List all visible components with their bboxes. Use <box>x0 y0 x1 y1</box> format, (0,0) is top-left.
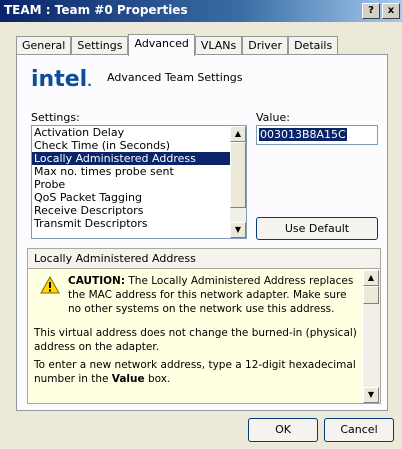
list-item[interactable]: Check Time (in Seconds) <box>32 139 230 152</box>
value-input[interactable]: 003013B8A15C <box>256 125 378 145</box>
scroll-down-icon[interactable]: ▼ <box>230 222 246 238</box>
list-item[interactable]: QoS Packet Tagging <box>32 191 230 204</box>
tab-general[interactable]: General <box>16 36 72 55</box>
advanced-panel: intel. Advanced Team Settings Settings: … <box>16 54 388 411</box>
tab-settings[interactable]: Settings <box>71 36 129 55</box>
tab-advanced[interactable]: Advanced <box>128 34 195 56</box>
p2-tail: box. <box>144 373 171 385</box>
description-paragraph-2: To enter a new network address, type a 1… <box>34 358 360 386</box>
description-body: CAUTION: The Locally Administered Addres… <box>28 270 362 403</box>
scroll-up-icon[interactable]: ▲ <box>363 270 379 286</box>
scroll-up-icon[interactable]: ▲ <box>230 126 246 142</box>
description-box: Locally Administered Address CAUTION: Th… <box>27 248 381 404</box>
tab-details[interactable]: Details <box>288 36 339 55</box>
window-title: TEAM : Team #0 Properties <box>4 3 188 17</box>
tab-strip: General Settings Advanced VLANs Driver D… <box>16 34 339 56</box>
settings-scrollbar[interactable]: ▲ ▼ <box>230 126 246 238</box>
cancel-button[interactable]: Cancel <box>324 418 394 442</box>
close-button[interactable]: x <box>382 3 400 19</box>
use-default-button[interactable]: Use Default <box>256 217 378 240</box>
logo-suffix: el <box>64 67 88 92</box>
list-item[interactable]: Probe <box>32 178 230 191</box>
caution-text: CAUTION: The Locally Administered Addres… <box>68 274 358 316</box>
help-button[interactable]: ? <box>362 3 380 19</box>
list-item[interactable]: Activation Delay <box>32 126 230 139</box>
settings-listbox[interactable]: Activation Delay Check Time (in Seconds)… <box>31 125 247 239</box>
ok-button[interactable]: OK <box>248 418 318 442</box>
list-item[interactable]: Max no. times probe sent <box>32 165 230 178</box>
description-scrollbar[interactable]: ▲ ▼ <box>363 270 380 403</box>
p2-bold: Value <box>111 373 145 385</box>
logo-text: int <box>31 67 65 92</box>
caution-label: CAUTION: <box>68 275 126 287</box>
list-item-selected[interactable]: Locally Administered Address <box>32 152 230 165</box>
tab-vlans[interactable]: VLANs <box>194 36 243 55</box>
description-title: Locally Administered Address <box>28 249 380 269</box>
list-item[interactable]: Transmit Descriptors <box>32 217 230 230</box>
settings-label: Settings: <box>31 111 80 124</box>
title-bar: TEAM : Team #0 Properties ? x <box>0 0 402 22</box>
list-item[interactable]: Receive Descriptors <box>32 204 230 217</box>
p2-text: To enter a new network address, type a 1… <box>34 359 356 385</box>
scroll-thumb[interactable] <box>363 286 379 304</box>
value-label: Value: <box>256 111 290 124</box>
page-heading: Advanced Team Settings <box>107 71 243 84</box>
logo-dot: . <box>87 75 92 89</box>
description-paragraph-1: This virtual address does not change the… <box>34 327 357 353</box>
intel-logo: intel. <box>31 67 92 92</box>
value-text: 003013B8A15C <box>259 128 347 141</box>
tab-driver[interactable]: Driver <box>242 36 289 55</box>
scroll-thumb[interactable] <box>230 142 246 208</box>
scroll-down-icon[interactable]: ▼ <box>363 387 379 403</box>
warning-icon <box>40 276 60 294</box>
